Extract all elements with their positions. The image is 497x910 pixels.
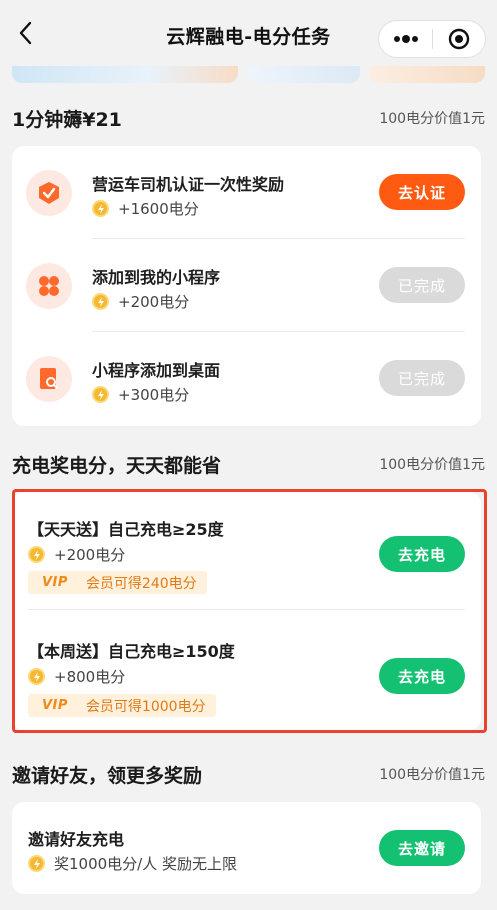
task-row: 营运车司机认证一次性奖励 +1600电分 去认证 (12, 146, 481, 239)
reward-text: 奖1000电分/人 奖励无上限 (54, 855, 237, 873)
banner-card[interactable] (12, 63, 238, 83)
section-title: 充电奖电分，天天都能省 (12, 454, 222, 477)
section-header: 1分钟薅¥21 100电分价值1元 (12, 103, 485, 133)
banner-card[interactable] (369, 63, 485, 83)
task-row: 添加到我的小程序 +200电分 已完成 (12, 239, 481, 332)
close-button[interactable] (433, 21, 485, 57)
vip-text: 会员可得240电分 (85, 575, 197, 592)
navigation-bar: 云辉融电-电分任务 (0, 0, 497, 66)
task-row: 【天天送】自己充电≥25度 +200电分 VIP 会员可得240电分 去充电 (12, 492, 481, 610)
reward-text: +200电分 (54, 546, 126, 564)
task-reward: +200电分 (28, 544, 125, 565)
task-row: 【本周送】自己充电≥150度 +800电分 VIP 会员可得1000电分 去充电 (12, 610, 481, 730)
shield-check-icon (26, 170, 72, 216)
coin-icon (28, 855, 45, 872)
invite-button[interactable]: 去邀请 (379, 830, 465, 866)
vip-text: 会员可得1000电分 (85, 698, 206, 715)
task-reward: +300电分 (92, 384, 189, 405)
section-header: 邀请好友，领更多奖励 100电分价值1元 (12, 759, 485, 789)
task-reward: 奖1000电分/人 奖励无上限 (28, 853, 237, 874)
task-reward: +800电分 (28, 666, 125, 687)
section-note: 100电分价值1元 (379, 457, 485, 473)
vip-logo: VIP (42, 698, 68, 713)
reward-text: +1600电分 (118, 200, 199, 218)
task-row: 小程序添加到桌面 +300电分 已完成 (12, 332, 481, 426)
coin-icon (28, 668, 45, 685)
target-circle-icon (448, 28, 470, 50)
charge-task-card: 【天天送】自己充电≥25度 +200电分 VIP 会员可得240电分 去充电 【… (12, 492, 481, 730)
task-card: 营运车司机认证一次性奖励 +1600电分 去认证 添加到我的小程序 +200电分… (12, 146, 481, 426)
completed-button[interactable]: 已完成 (379, 360, 465, 396)
invite-task-card: 邀请好友充电 奖1000电分/人 奖励无上限 去邀请 (12, 802, 481, 894)
coin-icon (92, 386, 109, 403)
task-row: 邀请好友充电 奖1000电分/人 奖励无上限 去邀请 (12, 802, 481, 894)
task-title: 【天天送】自己充电≥25度 (28, 520, 224, 539)
apps-grid-icon (26, 263, 72, 309)
section-header: 充电奖电分，天天都能省 100电分价值1元 (12, 449, 485, 479)
completed-button[interactable]: 已完成 (379, 267, 465, 303)
coin-icon (92, 200, 109, 217)
reward-text: +300电分 (118, 386, 190, 404)
task-title: 营运车司机认证一次性奖励 (92, 175, 285, 194)
desktop-shortcut-icon (26, 356, 72, 402)
reward-text: +200电分 (118, 293, 190, 311)
coin-icon (92, 293, 109, 310)
task-reward: +1600电分 (92, 198, 199, 219)
task-title: 添加到我的小程序 (92, 268, 221, 287)
charge-button[interactable]: 去充电 (379, 536, 465, 572)
mini-program-capsule (378, 20, 486, 58)
vip-logo: VIP (42, 575, 68, 590)
reward-text: +800电分 (54, 668, 126, 686)
vip-badge: VIP 会员可得1000电分 (28, 694, 216, 717)
banner-card[interactable] (248, 63, 360, 83)
vip-badge: VIP 会员可得240电分 (28, 571, 207, 594)
section-note: 100电分价值1元 (379, 111, 485, 127)
section-title: 1分钟薅¥21 (12, 108, 122, 131)
charge-button[interactable]: 去充电 (379, 658, 465, 694)
task-title: 邀请好友充电 (28, 830, 125, 849)
more-button[interactable] (379, 21, 432, 57)
section-title: 邀请好友，领更多奖励 (12, 764, 203, 787)
coin-icon (28, 546, 45, 563)
section-note: 100电分价值1元 (379, 767, 485, 783)
task-reward: +200电分 (92, 291, 189, 312)
task-title: 小程序添加到桌面 (92, 361, 221, 380)
verify-button[interactable]: 去认证 (379, 174, 465, 210)
task-title: 【本周送】自己充电≥150度 (28, 642, 235, 661)
more-dots-icon (393, 35, 418, 43)
